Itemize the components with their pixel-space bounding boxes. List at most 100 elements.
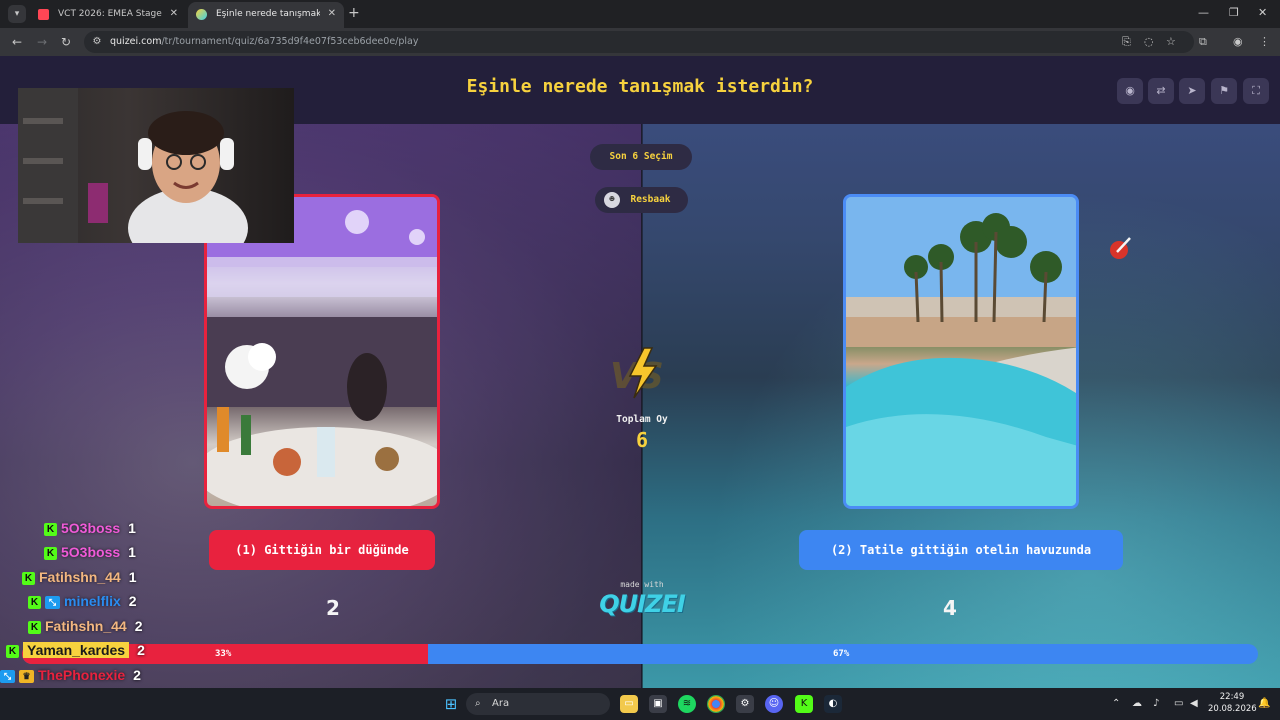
chat-vote-number: 2 xyxy=(133,667,141,683)
kick-badge-icon: K xyxy=(44,547,57,560)
taskbar-search[interactable]: ⌕ Ara xyxy=(466,693,610,715)
tab-title: VCT 2026: EMEA Stage 2: Brack xyxy=(58,9,162,19)
chat-username: 5O3boss xyxy=(61,520,121,536)
extensions-icon[interactable]: ⧉ xyxy=(1199,34,1207,50)
taskbar-search-placeholder: Ara xyxy=(492,698,510,709)
chat-vote-row: ⤡ ♛ ThePhonexie 2 xyxy=(0,665,141,685)
browser-tab[interactable]: VCT 2026: EMEA Stage 2: Brack ✕ xyxy=(30,2,186,28)
made-with-label: made with xyxy=(620,580,664,589)
minimize-icon[interactable]: — xyxy=(1198,6,1209,19)
microphone-icon[interactable]: ♪ xyxy=(1153,697,1159,711)
option-2-button[interactable]: (2) Tatile gittiğin otelin havuzunda xyxy=(799,530,1123,570)
network-icon[interactable]: ▭ xyxy=(1174,697,1183,711)
chat-username: minelflix xyxy=(64,593,121,609)
option-1-button[interactable]: (1) Gittiğin bir düğünde xyxy=(209,530,435,570)
steam-icon[interactable]: ◐ xyxy=(824,695,842,713)
chat-vote-row: K Yaman_kardes 2 xyxy=(6,640,145,660)
clock-time: 22:49 xyxy=(1219,692,1245,702)
chat-username: Yaman_kardes xyxy=(23,642,130,658)
file-explorer-icon[interactable]: ▭ xyxy=(620,695,638,713)
kick-badge-icon: K xyxy=(44,523,57,536)
browser-tab-active[interactable]: Eşinle nerede tanışmak isterdin ✕ xyxy=(188,2,344,28)
translate-icon[interactable]: ⎘ xyxy=(1122,34,1131,50)
quiz-question: Eşinle nerede tanışmak isterdin? xyxy=(466,76,814,97)
option-2-percent: 67% xyxy=(833,649,850,659)
url-host: quizei.com xyxy=(110,36,162,47)
subscriber-badge-icon: ⤡ xyxy=(0,670,15,683)
chat-username: Fatihshn_44 xyxy=(39,569,121,585)
wedding-hall-illustration xyxy=(207,197,437,506)
flag-icon[interactable]: ⚑ xyxy=(1211,78,1237,104)
discord-icon[interactable]: ☺ xyxy=(765,695,783,713)
username: Resbaak xyxy=(630,194,671,205)
window-close-icon[interactable]: ✕ xyxy=(1258,6,1267,19)
clock-date: 20.08.2026 xyxy=(1208,704,1257,714)
bookmark-star-icon[interactable]: ☆ xyxy=(1166,34,1176,50)
send-icon[interactable]: ➤ xyxy=(1179,78,1205,104)
user-pill[interactable]: ☻ Resbaak xyxy=(595,187,688,213)
hotel-pool-illustration xyxy=(846,197,1076,506)
quizei-favicon-icon xyxy=(196,9,207,20)
chat-vote-row: K ⤡ minelflix 2 xyxy=(28,591,137,611)
address-bar[interactable]: ⚙ quizei.com/tr/tournament/quiz/6a735d9f… xyxy=(84,31,1194,53)
eye-icon[interactable]: ◉ xyxy=(1117,78,1143,104)
close-icon[interactable]: ✕ xyxy=(328,2,336,26)
option-2-image[interactable] xyxy=(843,194,1079,509)
chat-username: Fatihshn_44 xyxy=(45,618,127,634)
taskbar-clock[interactable]: 22:49 20.08.2026 xyxy=(1208,691,1257,715)
site-info-icon[interactable]: ⚙ xyxy=(90,35,104,49)
chat-vote-number: 2 xyxy=(134,618,143,634)
total-votes-label: Toplam Oy xyxy=(616,414,668,425)
streamer-webcam xyxy=(18,88,294,243)
kick-badge-icon: K xyxy=(6,645,19,658)
chat-vote-number: 2 xyxy=(128,593,137,609)
url-text: quizei.com/tr/tournament/quiz/6a735d9f4e… xyxy=(110,31,418,53)
vct-favicon-icon xyxy=(38,9,49,20)
subscriber-badge-icon: ⤡ xyxy=(45,596,60,609)
new-tab-icon[interactable]: + xyxy=(348,5,360,21)
vote-share-bar: 33% 67% xyxy=(22,644,1258,664)
chat-username: ThePhonexie xyxy=(38,667,126,683)
chat-vote-row: K 5O3boss 1 xyxy=(44,518,136,538)
settings-gear-icon[interactable]: ⚙ xyxy=(736,695,754,713)
browser-nav-bar: ← → ↻ ⚙ quizei.com/tr/tournament/quiz/6a… xyxy=(0,28,1280,56)
browser-tab-bar: ▾ VCT 2026: EMEA Stage 2: Brack ✕ Eşinle… xyxy=(0,0,1280,28)
versus-bolt-icon: VS xyxy=(610,347,664,399)
chrome-icon[interactable] xyxy=(707,695,725,713)
chat-vote-number: 1 xyxy=(128,544,136,560)
onedrive-icon[interactable]: ☁ xyxy=(1132,697,1142,711)
browser-menu-icon[interactable]: ⋮ xyxy=(1259,34,1270,50)
back-icon[interactable]: ← xyxy=(12,34,22,50)
option-2-vote-count: 4 xyxy=(943,596,957,620)
user-avatar-icon: ☻ xyxy=(604,192,620,208)
chat-vote-number: 2 xyxy=(137,642,145,658)
taskbar: ⊞ ⌕ Ara ▭ ▣ ≋ ⚙ ☺ K ◐ ⌃ ☁ ♪ ▭ ◀ 22:49 20… xyxy=(0,688,1280,720)
store-icon[interactable]: ▣ xyxy=(649,695,667,713)
kick-badge-icon: K xyxy=(28,596,41,609)
option-1-percent: 33% xyxy=(215,649,232,659)
chat-vote-row: K Fatihshn_44 2 xyxy=(28,616,143,636)
start-windows-icon[interactable]: ⊞ xyxy=(442,695,460,713)
kick-icon[interactable]: K xyxy=(795,695,813,713)
spotify-icon[interactable]: ≋ xyxy=(678,695,696,713)
notification-bell-icon[interactable]: 🔔 xyxy=(1258,697,1270,711)
url-path: /tr/tournament/quiz/6a735d9f4e07f53ceb6d… xyxy=(161,36,419,47)
profile-icon[interactable]: ◉ xyxy=(1233,34,1243,50)
chat-vote-row: K Fatihshn_44 1 xyxy=(22,567,137,587)
screen: ▾ VCT 2026: EMEA Stage 2: Brack ✕ Eşinle… xyxy=(0,0,1280,720)
brush-cursor-icon xyxy=(1110,237,1131,259)
volume-icon[interactable]: ◀ xyxy=(1190,697,1198,711)
forward-icon[interactable]: → xyxy=(37,34,47,50)
hide-eye-icon[interactable]: ◌ xyxy=(1144,34,1154,50)
last-selections-button[interactable]: Son 6 Seçim xyxy=(590,144,692,170)
reload-icon[interactable]: ↻ xyxy=(61,34,71,50)
tray-overflow-icon[interactable]: ⌃ xyxy=(1112,697,1120,711)
chat-vote-number: 1 xyxy=(128,520,136,536)
search-icon: ⌕ xyxy=(475,698,481,709)
close-icon[interactable]: ✕ xyxy=(170,2,178,26)
fullscreen-icon[interactable]: ⛶ xyxy=(1243,78,1269,104)
tab-search-button[interactable]: ▾ xyxy=(8,5,26,23)
restore-icon[interactable]: ❐ xyxy=(1229,6,1239,19)
share-icon[interactable]: ⇄ xyxy=(1148,78,1174,104)
kick-badge-icon: K xyxy=(28,621,41,634)
